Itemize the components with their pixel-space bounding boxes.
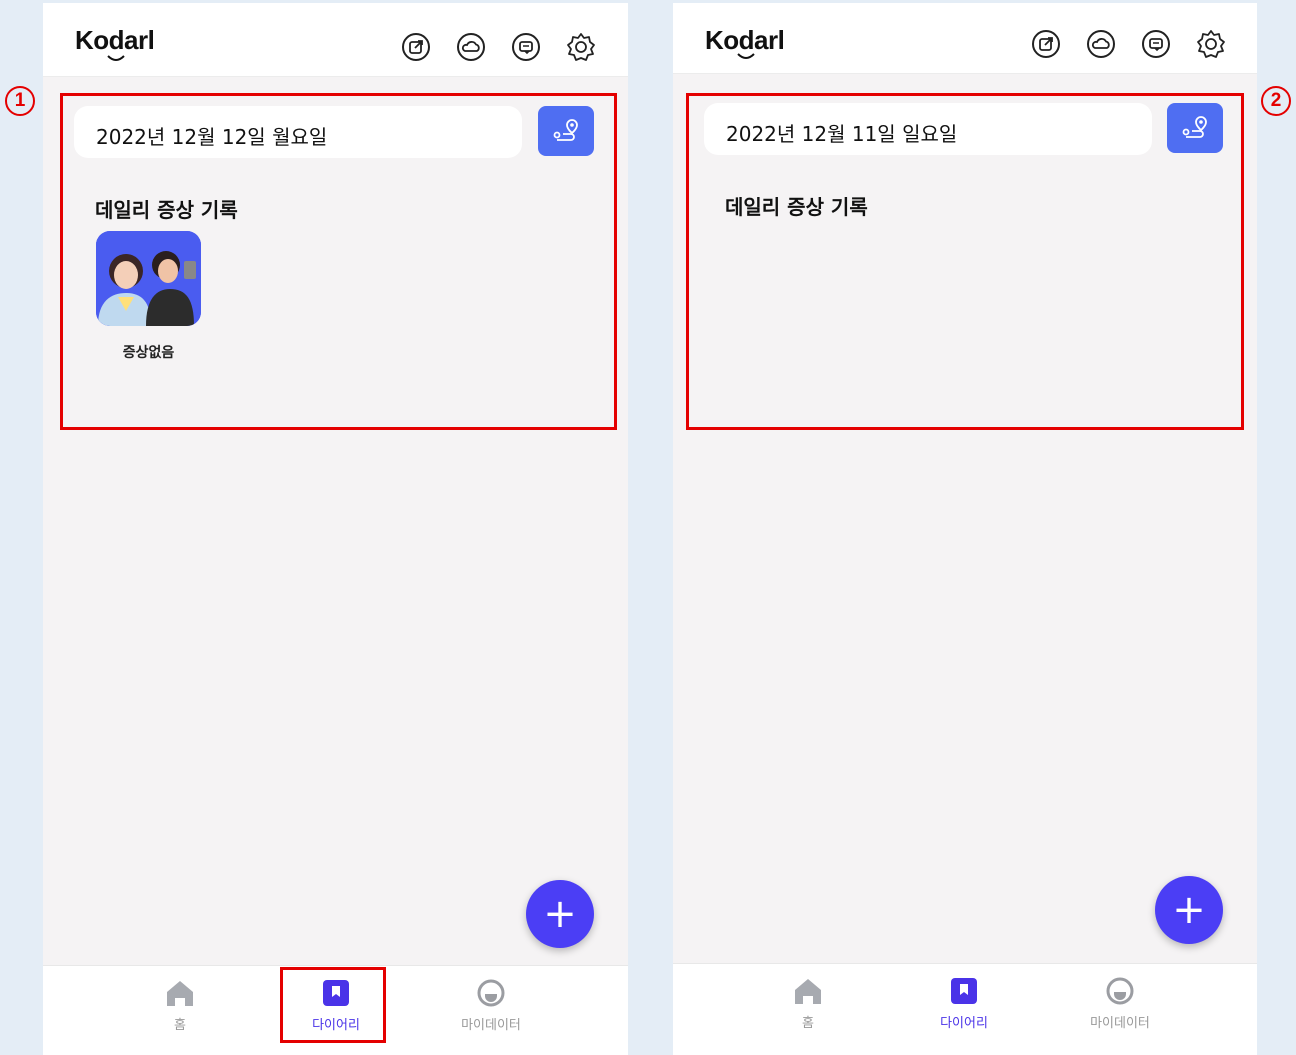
gear-icon[interactable] [564,30,598,64]
nav-label-home: 홈 [174,1018,186,1033]
share-icon[interactable] [1029,27,1063,61]
logo-smile-icon [107,55,125,61]
diary-bookmark-icon [951,978,977,1004]
cloud-icon[interactable] [454,30,488,64]
plus-icon: + [1172,887,1206,933]
logo-smile-icon [737,53,755,59]
nav-label-mydata: 마이데이터 [1090,1016,1150,1031]
home-icon [795,979,821,1004]
highlight-box-1 [60,93,617,430]
nav-label-diary: 다이어리 [940,1016,988,1031]
mydata-icon [477,979,505,1007]
app-logo: Kodarl [705,25,785,55]
nav-label-home: 홈 [802,1016,814,1031]
app-header: Kodarl [43,3,628,77]
nav-item-mydata[interactable]: 마이데이터 [1060,976,1180,1031]
marker-1: 1 [5,86,35,116]
chat-icon[interactable] [1139,27,1173,61]
marker-2: 2 [1261,86,1291,116]
gear-icon[interactable] [1194,27,1228,61]
bottom-navigation: 홈 다이어리 마이데이터 [673,963,1257,1055]
app-header: Kodarl [673,3,1257,74]
add-record-button[interactable]: + [526,880,594,948]
nav-item-home[interactable]: 홈 [120,978,240,1033]
plus-icon: + [543,891,577,937]
highlight-box-2 [686,93,1244,430]
nav-label-mydata: 마이데이터 [461,1018,521,1033]
mydata-icon [1106,977,1134,1005]
share-icon[interactable] [399,30,433,64]
home-icon [167,981,193,1006]
add-record-button[interactable]: + [1155,876,1223,944]
nav-item-diary[interactable]: 다이어리 [904,976,1024,1031]
nav-item-mydata[interactable]: 마이데이터 [431,978,551,1033]
app-logo: Kodarl [75,25,155,55]
highlight-box-nav [280,967,386,1043]
nav-item-home[interactable]: 홈 [748,976,868,1031]
cloud-icon[interactable] [1084,27,1118,61]
chat-icon[interactable] [509,30,543,64]
